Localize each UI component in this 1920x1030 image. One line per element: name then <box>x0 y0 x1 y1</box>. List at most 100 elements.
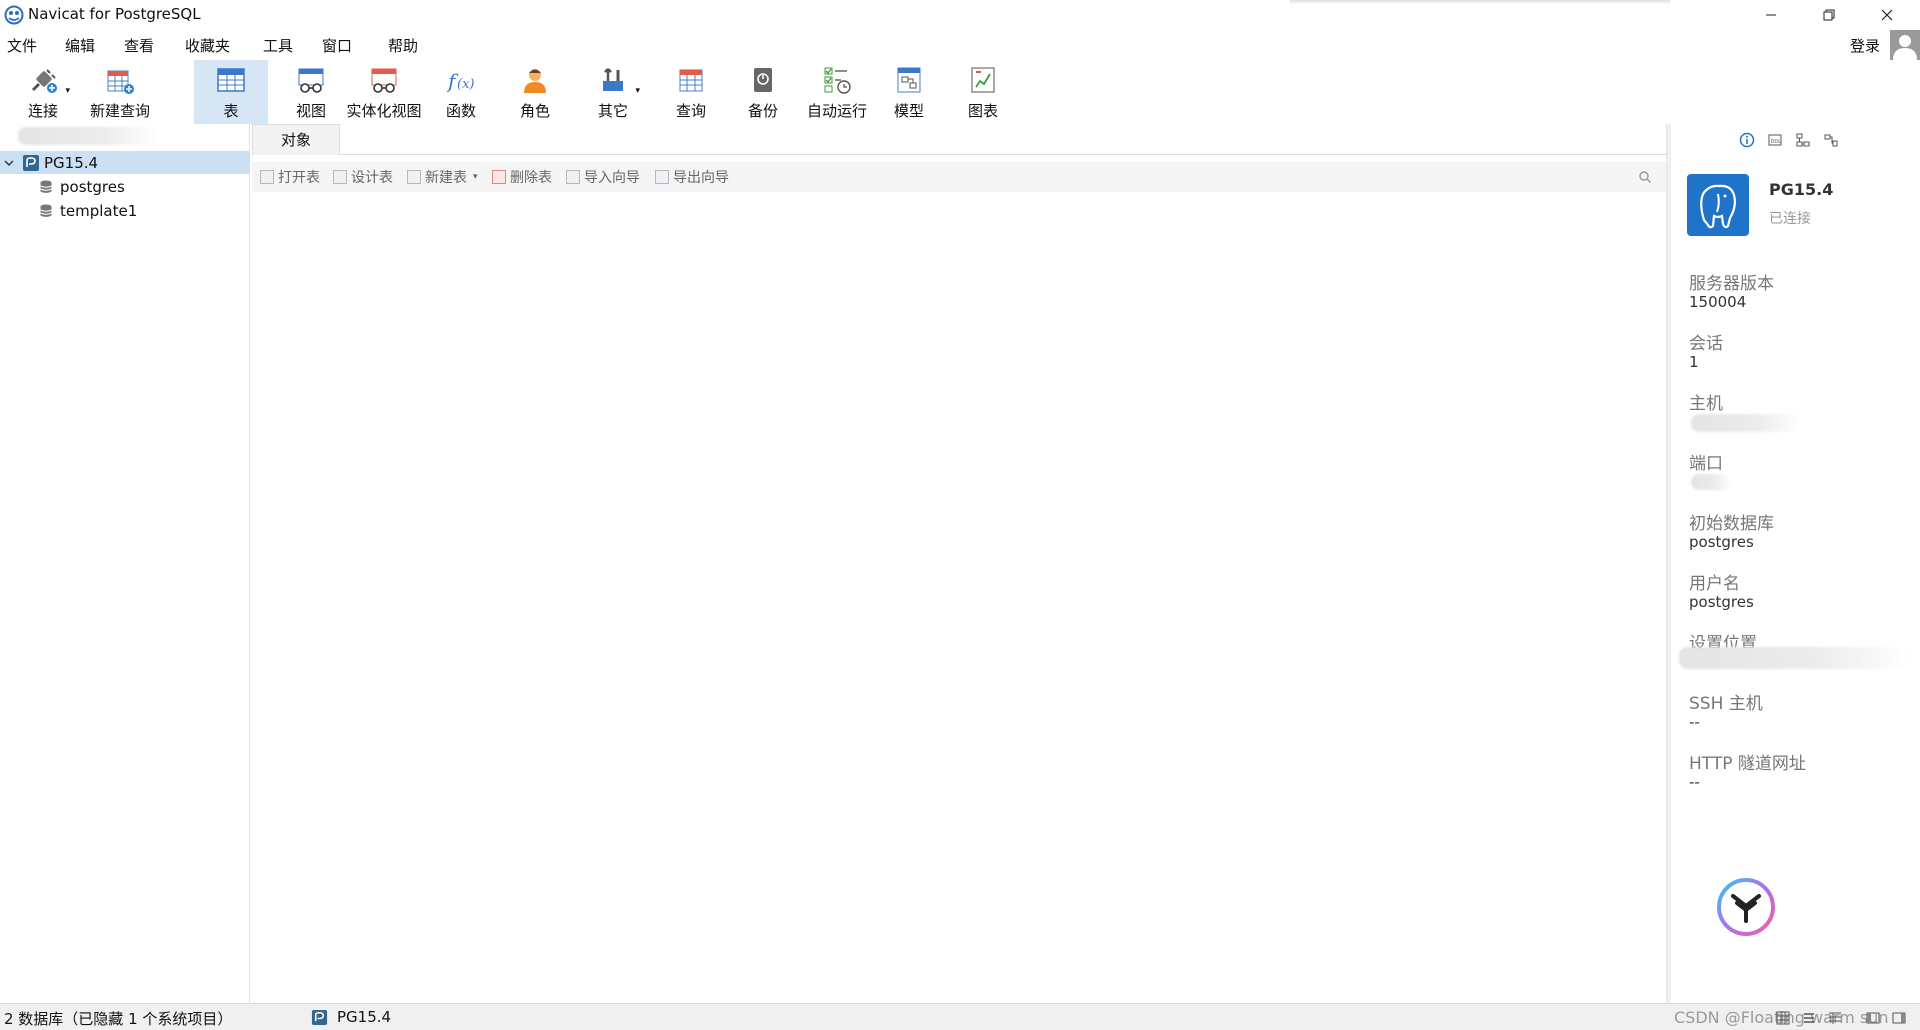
other-label: 其它 <box>597 102 628 120</box>
username-label: 用户名 <box>1689 574 1740 594</box>
function-button[interactable]: f (x) 函数 <box>440 60 482 124</box>
tree-database-label: postgres <box>60 177 125 196</box>
menu-view[interactable]: 查看 <box>124 35 154 56</box>
delete-table-label: 删除表 <box>510 170 552 186</box>
new-table-button[interactable]: 新建表 ▾ <box>407 167 478 187</box>
design-table-button[interactable]: 设计表 <box>333 167 393 187</box>
overlay-window-shadow <box>1290 0 1670 4</box>
database-count-status: 2 数据库（已隐藏 1 个系统项目） <box>4 1010 233 1028</box>
table-button[interactable]: 表 <box>194 60 268 124</box>
model-button[interactable]: 模型 <box>888 60 930 124</box>
search-icon[interactable] <box>1638 170 1652 184</box>
detail-view-icon[interactable] <box>1828 1011 1842 1025</box>
menu-tools[interactable]: 工具 <box>263 35 293 56</box>
menu-help[interactable]: 帮助 <box>388 35 418 56</box>
menu-favorites[interactable]: 收藏夹 <box>185 35 230 56</box>
materialized-view-button[interactable]: 实体化视图 <box>344 60 424 124</box>
open-table-icon <box>260 170 274 184</box>
backup-icon <box>754 68 772 92</box>
design-table-icon <box>333 170 347 184</box>
export-wizard-icon <box>655 170 669 184</box>
chevron-down-icon[interactable] <box>3 157 15 169</box>
export-wizard-label: 导出向导 <box>673 170 729 186</box>
minimize-button[interactable] <box>1742 0 1800 30</box>
view-button[interactable]: 视图 <box>286 60 336 124</box>
postgresql-connection-icon <box>311 1009 328 1026</box>
postgresql-elephant-icon <box>1700 184 1736 229</box>
toggle-right-panel-icon[interactable] <box>1892 1011 1906 1025</box>
login-link[interactable]: 登录 <box>1850 35 1880 56</box>
view-label: 视图 <box>295 102 326 120</box>
tools-icon <box>603 68 623 91</box>
import-wizard-button[interactable]: 导入向导 <box>566 167 640 187</box>
model-label: 模型 <box>893 102 924 120</box>
main-toolbar: 连接 ▾ 新建查询 表 视图 实体化视图 f (x) 函数 角色 其它 ▾ 查询… <box>0 58 1920 124</box>
ssh-host-value: -- <box>1689 713 1700 731</box>
design-table-label: 设计表 <box>351 170 393 186</box>
toggle-left-panel-icon[interactable] <box>1866 1011 1880 1025</box>
export-wizard-button[interactable]: 导出向导 <box>655 167 729 187</box>
postgresql-connection-icon <box>23 154 39 171</box>
blurred-host-value <box>1691 414 1801 432</box>
blurred-search-field[interactable] <box>18 127 160 145</box>
dependency-icon[interactable] <box>1795 132 1811 148</box>
materialized-view-label: 实体化视图 <box>346 102 422 120</box>
other-button[interactable]: 其它 ▾ <box>592 60 640 124</box>
floating-assistant-icon[interactable] <box>1715 876 1777 938</box>
user-avatar-icon <box>1893 35 1917 60</box>
close-icon <box>1881 9 1893 21</box>
server-version-label: 服务器版本 <box>1689 274 1774 294</box>
database-icon <box>40 204 52 217</box>
tree-database-postgres[interactable]: postgres <box>0 175 250 198</box>
import-wizard-icon <box>566 170 580 184</box>
role-user-icon <box>524 69 546 93</box>
status-bar: 2 数据库（已隐藏 1 个系统项目） PG15.4 CSDN @Floating… <box>0 1003 1920 1030</box>
chart-icon <box>971 67 995 93</box>
menu-edit[interactable]: 编辑 <box>65 35 95 56</box>
connection-name: PG15.4 <box>1769 180 1834 199</box>
new-query-button[interactable]: 新建查询 <box>88 60 152 124</box>
chart-button[interactable]: 图表 <box>962 60 1004 124</box>
status-connection-name: PG15.4 <box>337 1008 392 1026</box>
function-icon: f (x) <box>446 69 474 93</box>
ssh-host-label: SSH 主机 <box>1689 694 1763 714</box>
tree-database-template1[interactable]: template1 <box>0 199 250 222</box>
restore-button[interactable] <box>1800 0 1858 30</box>
http-tunnel-value: -- <box>1689 773 1700 791</box>
minimize-icon <box>1766 14 1776 16</box>
role-button[interactable]: 角色 <box>514 60 556 124</box>
info-icon[interactable] <box>1739 132 1755 148</box>
server-version-value: 150004 <box>1689 293 1747 311</box>
user-avatar[interactable] <box>1890 30 1920 60</box>
svg-text:DDL: DDL <box>1771 139 1782 145</box>
new-table-label: 新建表 <box>425 170 467 186</box>
er-layout-icon[interactable] <box>1823 132 1839 148</box>
username-value: postgres <box>1689 593 1754 611</box>
role-label: 角色 <box>519 102 550 120</box>
grid-view-icon[interactable] <box>1776 1011 1790 1025</box>
query-button[interactable]: 查询 <box>670 60 712 124</box>
menu-window[interactable]: 窗口 <box>322 35 352 56</box>
blurred-port-value <box>1691 474 1731 490</box>
connection-status: 已连接 <box>1769 211 1811 227</box>
close-button[interactable] <box>1858 0 1916 30</box>
tab-objects[interactable]: 对象 <box>252 124 340 155</box>
tree-connection-pg15-4[interactable]: PG15.4 <box>0 151 250 174</box>
menu-file[interactable]: 文件 <box>7 35 37 56</box>
backup-button[interactable]: 备份 <box>742 60 784 124</box>
query-label: 查询 <box>675 102 706 120</box>
model-icon <box>897 67 921 93</box>
automation-button[interactable]: 自动运行 <box>806 60 868 124</box>
object-list-area[interactable] <box>252 192 1666 1003</box>
chevron-down-icon[interactable]: ▾ <box>635 86 640 96</box>
connect-button[interactable]: 连接 ▾ <box>22 60 70 124</box>
query-icon <box>679 69 703 92</box>
automation-label: 自动运行 <box>806 102 867 120</box>
list-view-icon[interactable] <box>1802 1011 1816 1025</box>
initial-database-label: 初始数据库 <box>1689 514 1774 534</box>
delete-table-button[interactable]: 删除表 <box>492 167 552 187</box>
ddl-icon[interactable]: DDL <box>1767 132 1783 148</box>
chevron-down-icon[interactable]: ▾ <box>65 86 70 96</box>
open-table-button[interactable]: 打开表 <box>260 167 320 187</box>
chevron-down-icon[interactable]: ▾ <box>473 172 478 182</box>
